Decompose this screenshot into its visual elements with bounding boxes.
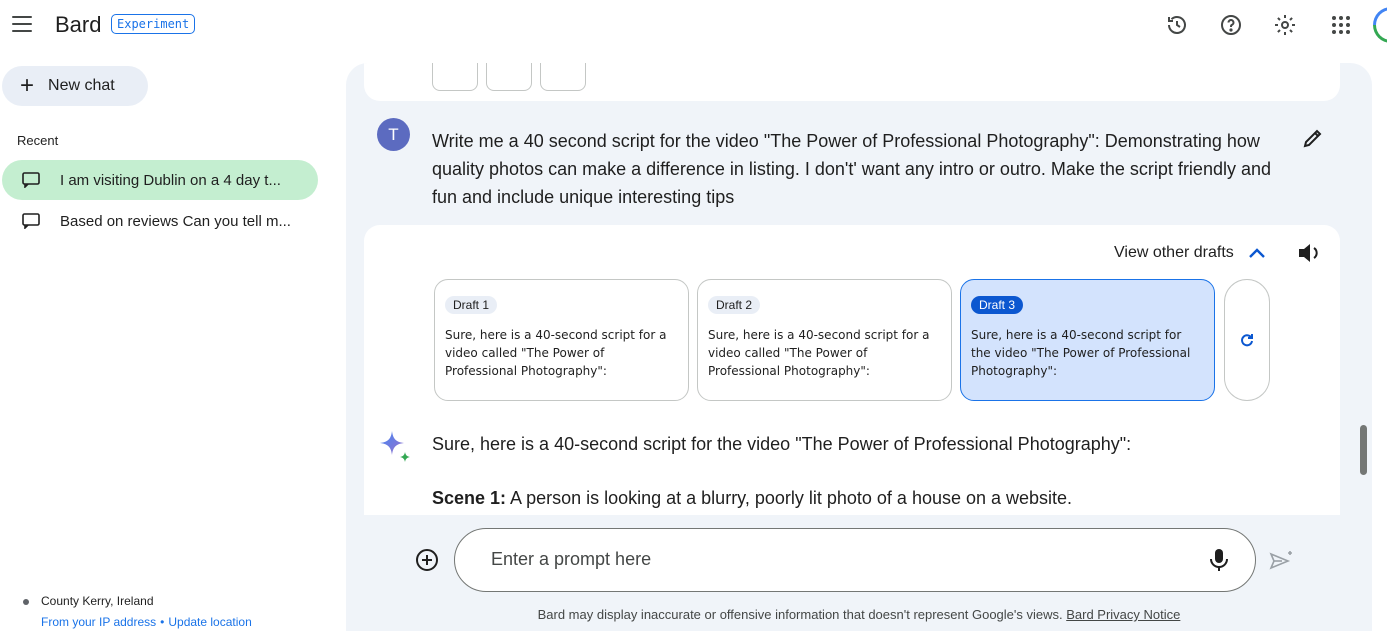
ip-address-link[interactable]: From your IP address: [41, 615, 156, 629]
edit-pencil-icon[interactable]: [1301, 126, 1325, 150]
draft-preview: Sure, here is a 40-second script for a v…: [445, 328, 667, 378]
refresh-icon: [1241, 334, 1253, 347]
experiment-badge: Experiment: [111, 14, 196, 34]
brand-logo: Bard: [55, 12, 102, 37]
send-icon[interactable]: [1268, 548, 1294, 574]
user-prompt-text: Write me a 40 second script for the vide…: [432, 131, 1271, 207]
settings-icon[interactable]: [1271, 11, 1299, 39]
help-icon[interactable]: [1217, 11, 1245, 39]
draft-label: Draft 2: [708, 296, 761, 314]
apps-grid-icon[interactable]: [1327, 11, 1355, 39]
previous-response-card: [364, 63, 1340, 101]
prompt-box: [454, 528, 1256, 592]
draft-card-2[interactable]: Draft 2 Sure, here is a 40-second script…: [697, 279, 952, 401]
view-other-drafts-toggle[interactable]: View other drafts: [1114, 244, 1266, 262]
recent-heading: Recent: [17, 133, 59, 148]
draft-preview: Sure, here is a 40-second script for a v…: [708, 328, 930, 378]
location-text: County Kerry, Ireland: [41, 594, 154, 608]
response-card: View other drafts Draft 1 Sure, here is …: [364, 225, 1340, 515]
conversation-panel: T Write me a 40 second script for the vi…: [346, 63, 1372, 631]
draft-card-1[interactable]: Draft 1 Sure, here is a 40-second script…: [434, 279, 689, 401]
top-bar: Bard Experiment: [0, 0, 1387, 52]
location-dot-icon: [23, 599, 29, 605]
regenerate-drafts-button[interactable]: [1224, 279, 1270, 401]
prompt-input[interactable]: [491, 549, 1171, 570]
chevron-up-icon: [1248, 248, 1265, 258]
draft-label: Draft 1: [445, 296, 498, 314]
disclaimer: Bard may display inaccurate or offensive…: [346, 607, 1372, 622]
location-separator: •: [160, 615, 165, 629]
response-intro: Sure, here is a 40-second script for the…: [432, 434, 1132, 454]
sidebar-item-reviews[interactable]: Based on reviews Can you tell m...: [2, 201, 318, 241]
disclaimer-text: Bard may display inaccurate or offensive…: [537, 607, 1067, 622]
draft-preview: Sure, here is a 40-second script for the…: [971, 328, 1191, 378]
history-icon[interactable]: [1163, 11, 1191, 39]
scene-line: Scene 1: A person is looking at a blurry…: [432, 488, 1072, 509]
account-avatar[interactable]: [1373, 7, 1387, 43]
speaker-icon[interactable]: [1296, 240, 1322, 266]
sidebar-item-label: Based on reviews Can you tell m...: [60, 212, 291, 230]
sidebar-item-label: I am visiting Dublin on a 4 day t...: [60, 171, 281, 189]
draft-label: Draft 3: [971, 296, 1024, 314]
menu-icon[interactable]: [12, 16, 32, 32]
new-chat-label: New chat: [48, 77, 115, 94]
bard-sparkle-icon: [380, 431, 410, 462]
privacy-notice-link[interactable]: Bard Privacy Notice: [1066, 607, 1180, 622]
scene-label: Scene 1:: [432, 488, 507, 508]
update-location-link[interactable]: Update location: [168, 615, 251, 629]
thumbs-up-button[interactable]: [432, 63, 478, 91]
modify-response-button[interactable]: [540, 63, 586, 91]
scrollbar-thumb[interactable]: [1360, 425, 1367, 475]
plus-icon: +: [20, 72, 35, 99]
thumbs-down-button[interactable]: [486, 63, 532, 91]
chat-bubble-icon: [22, 213, 40, 229]
add-attachment-icon[interactable]: [414, 547, 440, 573]
chat-bubble-icon: [22, 172, 40, 188]
location-links: From your IP address • Update location: [41, 615, 252, 629]
sidebar-item-dublin[interactable]: I am visiting Dublin on a 4 day t...: [2, 160, 318, 200]
microphone-icon[interactable]: [1207, 547, 1231, 573]
view-other-drafts-label: View other drafts: [1114, 244, 1234, 261]
user-avatar: T: [377, 118, 410, 151]
scene-text: A person is looking at a blurry, poorly …: [506, 488, 1073, 508]
new-chat-button[interactable]: + New chat: [2, 66, 148, 106]
draft-card-3[interactable]: Draft 3 Sure, here is a 40-second script…: [960, 279, 1215, 401]
